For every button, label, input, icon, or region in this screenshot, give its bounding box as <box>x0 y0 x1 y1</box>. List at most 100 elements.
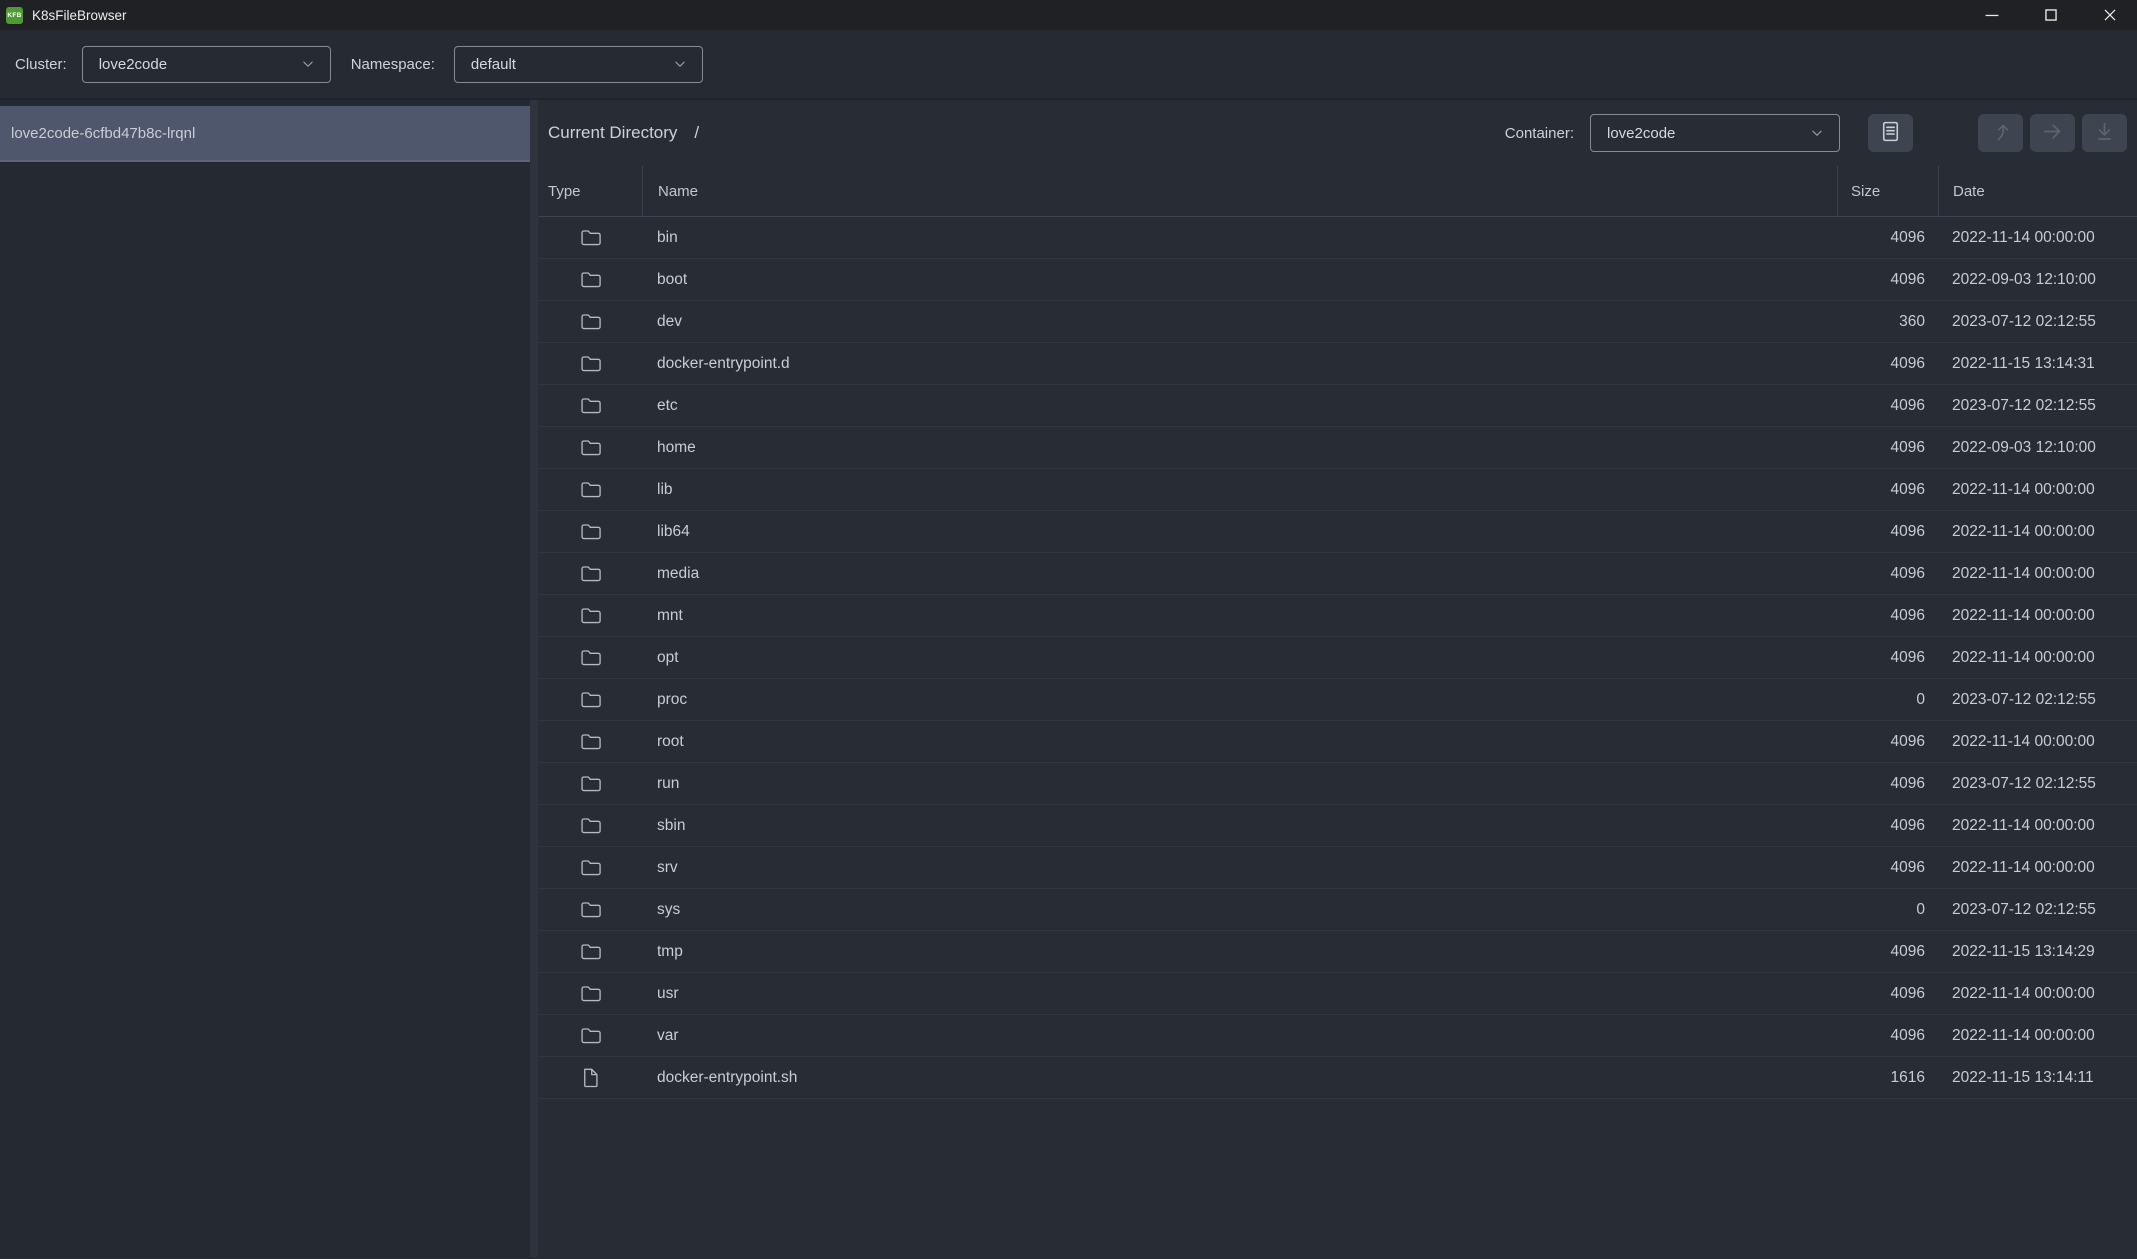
file-type-cell <box>538 478 642 501</box>
column-header-type: Type <box>538 166 642 216</box>
table-row[interactable]: usr 4096 2022-11-14 00:00:00 <box>538 973 2137 1015</box>
file-name: sbin <box>642 817 1837 835</box>
table-row[interactable]: etc 4096 2023-07-12 02:12:55 <box>538 385 2137 427</box>
download-button[interactable] <box>2082 114 2127 152</box>
table-row[interactable]: media 4096 2022-11-14 00:00:00 <box>538 553 2137 595</box>
window-title: K8sFileBrowser <box>32 8 127 23</box>
file-name: boot <box>642 271 1837 289</box>
folder-icon <box>579 268 602 291</box>
file-browser-panel: Current Directory / Container: love2code <box>538 100 2137 1257</box>
folder-icon <box>579 772 602 795</box>
cluster-label: Cluster: <box>15 56 67 73</box>
file-table-body: bin 4096 2022-11-14 00:00:00 boot 4096 2… <box>538 217 2137 1257</box>
file-size: 4096 <box>1837 859 1938 877</box>
file-type-cell <box>538 436 642 459</box>
file-name: etc <box>642 397 1837 415</box>
k8s-file-browser-window: KFB K8sFileBrowser Cluster: love <box>0 0 2137 1259</box>
table-row[interactable]: docker-entrypoint.sh 1616 2022-11-15 13:… <box>538 1057 2137 1099</box>
file-size: 4096 <box>1837 943 1938 961</box>
chevron-down-icon <box>671 55 689 73</box>
cluster-select[interactable]: love2code <box>82 46 331 83</box>
table-row[interactable]: opt 4096 2022-11-14 00:00:00 <box>538 637 2137 679</box>
table-row[interactable]: srv 4096 2022-11-14 00:00:00 <box>538 847 2137 889</box>
minimize-button[interactable] <box>1967 0 2017 30</box>
container-label: Container: <box>1505 125 1574 142</box>
folder-icon <box>579 226 602 249</box>
folder-icon <box>579 604 602 627</box>
file-date: 2022-09-03 12:10:00 <box>1938 439 2137 457</box>
file-icon <box>579 1066 602 1089</box>
file-size: 4096 <box>1837 523 1938 541</box>
view-log-button[interactable] <box>1868 114 1913 152</box>
file-date: 2022-11-14 00:00:00 <box>1938 985 2137 1003</box>
table-row[interactable]: sbin 4096 2022-11-14 00:00:00 <box>538 805 2137 847</box>
file-type-cell <box>538 310 642 333</box>
column-header-date: Date <box>1938 166 2137 216</box>
folder-icon <box>579 688 602 711</box>
file-type-cell <box>538 604 642 627</box>
close-button[interactable] <box>2085 0 2135 30</box>
folder-icon <box>579 1024 602 1047</box>
file-date: 2022-11-15 13:14:11 <box>1938 1069 2137 1087</box>
folder-icon <box>579 898 602 921</box>
file-size: 4096 <box>1837 985 1938 1003</box>
table-row[interactable]: bin 4096 2022-11-14 00:00:00 <box>538 217 2137 259</box>
pod-name: love2code-6cfbd47b8c-lrqnl <box>11 125 195 142</box>
file-date: 2022-11-14 00:00:00 <box>1938 565 2137 583</box>
folder-icon <box>579 646 602 669</box>
file-type-cell <box>538 982 642 1005</box>
file-type-cell <box>538 394 642 417</box>
table-row[interactable]: mnt 4096 2022-11-14 00:00:00 <box>538 595 2137 637</box>
table-row[interactable]: sys 0 2023-07-12 02:12:55 <box>538 889 2137 931</box>
file-date: 2022-11-14 00:00:00 <box>1938 1027 2137 1045</box>
chevron-down-icon <box>299 55 317 73</box>
pod-list-sidebar: love2code-6cfbd47b8c-lrqnl <box>0 100 530 1257</box>
file-type-cell <box>538 940 642 963</box>
maximize-button[interactable] <box>2026 0 2076 30</box>
download-icon <box>2092 119 2117 147</box>
table-row[interactable]: docker-entrypoint.d 4096 2022-11-15 13:1… <box>538 343 2137 385</box>
file-date: 2022-11-14 00:00:00 <box>1938 733 2137 751</box>
file-type-cell <box>538 1066 642 1089</box>
file-name: var <box>642 1027 1837 1045</box>
file-name: tmp <box>642 943 1837 961</box>
namespace-select[interactable]: default <box>454 46 703 83</box>
parent-directory-button[interactable] <box>1978 114 2023 152</box>
container-select[interactable]: love2code <box>1590 114 1840 152</box>
table-row[interactable]: lib 4096 2022-11-14 00:00:00 <box>538 469 2137 511</box>
file-type-cell <box>538 268 642 291</box>
enter-directory-button[interactable] <box>2030 114 2075 152</box>
table-row[interactable]: lib64 4096 2022-11-14 00:00:00 <box>538 511 2137 553</box>
arrow-right-icon <box>2040 119 2065 147</box>
table-row[interactable]: tmp 4096 2022-11-15 13:14:29 <box>538 931 2137 973</box>
folder-icon <box>579 394 602 417</box>
file-date: 2022-11-15 13:14:29 <box>1938 943 2137 961</box>
file-date: 2022-11-15 13:14:31 <box>1938 355 2137 373</box>
folder-icon <box>579 436 602 459</box>
file-name: docker-entrypoint.d <box>642 355 1837 373</box>
file-size: 4096 <box>1837 775 1938 793</box>
folder-icon <box>579 562 602 585</box>
file-type-cell <box>538 688 642 711</box>
folder-icon <box>579 856 602 879</box>
current-directory-path: / <box>694 123 699 143</box>
table-row[interactable]: dev 360 2023-07-12 02:12:55 <box>538 301 2137 343</box>
pod-list-item[interactable]: love2code-6cfbd47b8c-lrqnl <box>0 106 530 162</box>
maximize-icon <box>2040 4 2062 26</box>
folder-icon <box>579 520 602 543</box>
table-row[interactable]: root 4096 2022-11-14 00:00:00 <box>538 721 2137 763</box>
folder-icon <box>579 982 602 1005</box>
log-file-icon <box>1878 119 1903 147</box>
content-area: love2code-6cfbd47b8c-lrqnl Current Direc… <box>0 100 2137 1257</box>
file-date: 2023-07-12 02:12:55 <box>1938 691 2137 709</box>
table-row[interactable]: var 4096 2022-11-14 00:00:00 <box>538 1015 2137 1057</box>
table-row[interactable]: run 4096 2023-07-12 02:12:55 <box>538 763 2137 805</box>
table-row[interactable]: boot 4096 2022-09-03 12:10:00 <box>538 259 2137 301</box>
table-row[interactable]: proc 0 2023-07-12 02:12:55 <box>538 679 2137 721</box>
file-type-cell <box>538 856 642 879</box>
file-type-cell <box>538 814 642 837</box>
arrow-up-icon <box>1988 119 2013 147</box>
file-date: 2023-07-12 02:12:55 <box>1938 901 2137 919</box>
file-name: usr <box>642 985 1837 1003</box>
table-row[interactable]: home 4096 2022-09-03 12:10:00 <box>538 427 2137 469</box>
